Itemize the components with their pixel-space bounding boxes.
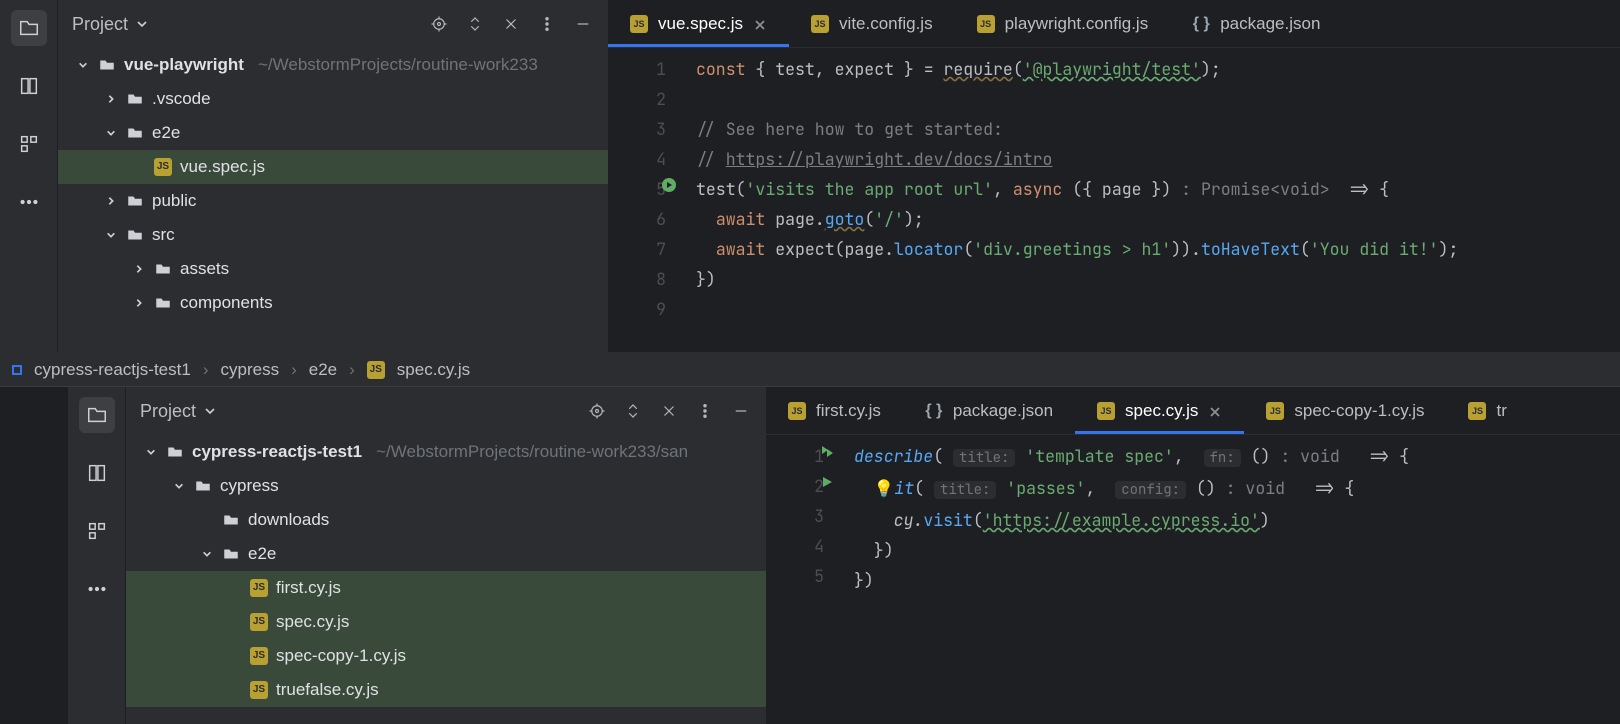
- editor-tabs: JSvue.spec.jsJSvite.config.jsJSplaywrigh…: [608, 0, 1620, 48]
- more-tools-icon[interactable]: [79, 571, 115, 607]
- editor-tab[interactable]: JSvue.spec.js: [608, 0, 789, 47]
- breadcrumb[interactable]: cypress-reactjs-test1› cypress› e2e› JS …: [0, 352, 1620, 386]
- chevron-down-icon: [204, 405, 216, 417]
- tree-folder[interactable]: downloads: [126, 503, 766, 537]
- run-gutter-icon[interactable]: [660, 176, 678, 194]
- file-tree[interactable]: vue-playwright~/WebstormProjects/routine…: [58, 48, 608, 352]
- expand-icon[interactable]: [622, 400, 644, 422]
- tree-file[interactable]: JSspec.cy.js: [126, 605, 766, 639]
- editor-tab[interactable]: JSspec-copy-1.cy.js: [1244, 387, 1446, 434]
- bookmarks-icon[interactable]: [79, 513, 115, 549]
- editor-tabs: JSfirst.cy.js{ }package.jsonJSspec.cy.js…: [766, 387, 1620, 435]
- gutter: 123456789: [608, 48, 688, 324]
- more-icon[interactable]: [694, 400, 716, 422]
- editor-tab[interactable]: JSfirst.cy.js: [766, 387, 903, 434]
- tree-file[interactable]: JStruefalse.cy.js: [126, 673, 766, 707]
- bulb-icon[interactable]: 💡: [874, 477, 895, 499]
- project-tool-icon[interactable]: [11, 10, 47, 46]
- close-icon[interactable]: [1208, 404, 1222, 418]
- project-panel: Project vue-playwright~/WebstormProjects…: [58, 0, 608, 352]
- editor: JSfirst.cy.js{ }package.jsonJSspec.cy.js…: [766, 387, 1620, 724]
- more-tools-icon[interactable]: [11, 184, 47, 220]
- top-window: Project vue-playwright~/WebstormProjects…: [0, 0, 1620, 352]
- code-area[interactable]: 12345 describe( title: 'template spec', …: [766, 435, 1620, 595]
- project-tool-icon[interactable]: [79, 397, 115, 433]
- js-file-icon: JS: [630, 15, 648, 33]
- js-file-icon: JS: [1097, 402, 1115, 420]
- structure-icon[interactable]: [79, 455, 115, 491]
- bottom-window: Project cypress-reactjs-test1~/WebstormP…: [0, 386, 1620, 724]
- js-file-icon: JS: [367, 361, 385, 379]
- tree-file[interactable]: JSfirst.cy.js: [126, 571, 766, 605]
- project-panel: Project cypress-reactjs-test1~/WebstormP…: [126, 387, 766, 724]
- js-file-icon: JS: [1468, 402, 1486, 420]
- code-area[interactable]: 123456789 const { test, expect } = requi…: [608, 48, 1620, 324]
- expand-icon[interactable]: [464, 13, 486, 35]
- more-icon[interactable]: [536, 13, 558, 35]
- tree-folder[interactable]: assets: [58, 252, 608, 286]
- gutter: 12345: [766, 435, 846, 595]
- editor-tab[interactable]: JSspec.cy.js: [1075, 387, 1244, 434]
- tree-folder[interactable]: components: [58, 286, 608, 320]
- chevron-down-icon: [136, 18, 148, 30]
- tree-root[interactable]: cypress-reactjs-test1~/WebstormProjects/…: [126, 435, 766, 469]
- json-icon: { }: [1192, 15, 1210, 33]
- project-header: Project: [126, 387, 766, 435]
- project-marker-icon: [12, 365, 22, 375]
- run-gutter-icon[interactable]: [818, 473, 836, 491]
- tree-folder[interactable]: public: [58, 184, 608, 218]
- editor-tab[interactable]: JSvite.config.js: [789, 0, 955, 47]
- tree-folder[interactable]: e2e: [126, 537, 766, 571]
- collapse-icon[interactable]: [658, 400, 680, 422]
- editor-tab[interactable]: JSplaywright.config.js: [955, 0, 1171, 47]
- js-file-icon: JS: [811, 15, 829, 33]
- file-tree[interactable]: cypress-reactjs-test1~/WebstormProjects/…: [126, 435, 766, 724]
- tree-folder[interactable]: .vscode: [58, 82, 608, 116]
- js-file-icon: JS: [788, 402, 806, 420]
- target-icon[interactable]: [586, 400, 608, 422]
- minimize-icon[interactable]: [730, 400, 752, 422]
- code-body[interactable]: const { test, expect } = require('@playw…: [688, 48, 1458, 324]
- tree-folder[interactable]: e2e: [58, 116, 608, 150]
- editor: JSvue.spec.jsJSvite.config.jsJSplaywrigh…: [608, 0, 1620, 352]
- editor-tab[interactable]: { }package.json: [903, 387, 1075, 434]
- activity-bar: [0, 0, 58, 352]
- editor-tab[interactable]: { }package.json: [1170, 0, 1342, 47]
- code-body[interactable]: describe( title: 'template spec', fn: ()…: [846, 435, 1409, 595]
- minimize-icon[interactable]: [572, 13, 594, 35]
- activity-bar: [68, 387, 126, 724]
- editor-tab[interactable]: JStr: [1446, 387, 1528, 434]
- tree-folder[interactable]: src: [58, 218, 608, 252]
- tree-file[interactable]: JSvue.spec.js: [58, 150, 608, 184]
- tree-folder[interactable]: cypress: [126, 469, 766, 503]
- run-gutter-icon[interactable]: [818, 443, 836, 461]
- project-header: Project: [58, 0, 608, 48]
- tree-file[interactable]: JSspec-copy-1.cy.js: [126, 639, 766, 673]
- project-title[interactable]: Project: [72, 14, 148, 35]
- close-icon[interactable]: [753, 17, 767, 31]
- js-file-icon: JS: [1266, 402, 1284, 420]
- tree-root[interactable]: vue-playwright~/WebstormProjects/routine…: [58, 48, 608, 82]
- collapse-icon[interactable]: [500, 13, 522, 35]
- bookmarks-icon[interactable]: [11, 126, 47, 162]
- js-file-icon: JS: [977, 15, 995, 33]
- json-icon: { }: [925, 402, 943, 420]
- target-icon[interactable]: [428, 13, 450, 35]
- project-title[interactable]: Project: [140, 401, 216, 422]
- structure-icon[interactable]: [11, 68, 47, 104]
